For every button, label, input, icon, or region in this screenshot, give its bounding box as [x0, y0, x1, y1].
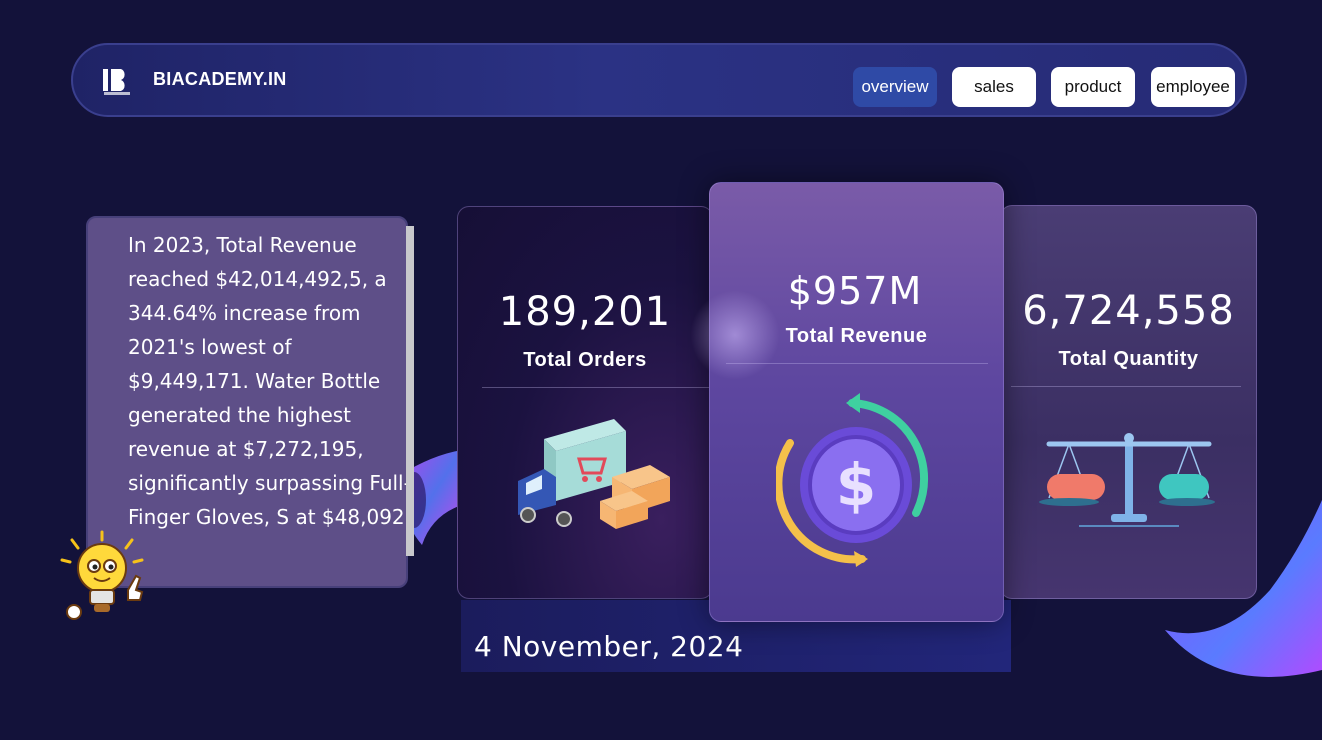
kpi-label-total-quantity: Total Quantity [1058, 348, 1199, 370]
kpi-card-total-quantity: 6,724,558 Total Quantity [1000, 205, 1257, 599]
report-date: 4 November, 2024 [474, 630, 744, 663]
top-navbar: BIACADEMY.IN overview sales product empl… [71, 43, 1247, 117]
tab-employee[interactable]: employee [1151, 67, 1235, 107]
card-divider [1011, 386, 1241, 387]
balance-scale-icon [1039, 433, 1215, 527]
delivery-truck-icon [518, 419, 670, 529]
tab-overview[interactable]: overview [853, 67, 937, 107]
kpi-card-total-orders: 189,201 Total Orders [457, 206, 713, 599]
svg-text:$: $ [836, 451, 876, 519]
card-divider [482, 387, 712, 388]
dollar-coin-icon: $ [776, 393, 929, 567]
decorative-glow [690, 290, 780, 380]
insight-scrollbar[interactable] [406, 226, 414, 556]
kpi-value-total-quantity: 6,724,558 [1022, 288, 1235, 334]
bi-academy-logo [103, 69, 130, 95]
insight-text: In 2023, Total Revenue reached $42,014,4… [128, 233, 411, 529]
tab-product[interactable]: product [1051, 67, 1135, 107]
kpi-label-total-orders: Total Orders [523, 349, 647, 371]
brand-name: BIACADEMY.IN [153, 69, 287, 89]
lightbulb-mascot-icon [60, 530, 144, 620]
kpi-card-total-revenue: $957M Total Revenue $ [709, 182, 1004, 622]
tab-sales[interactable]: sales [952, 67, 1036, 107]
kpi-value-total-orders: 189,201 [498, 289, 672, 335]
